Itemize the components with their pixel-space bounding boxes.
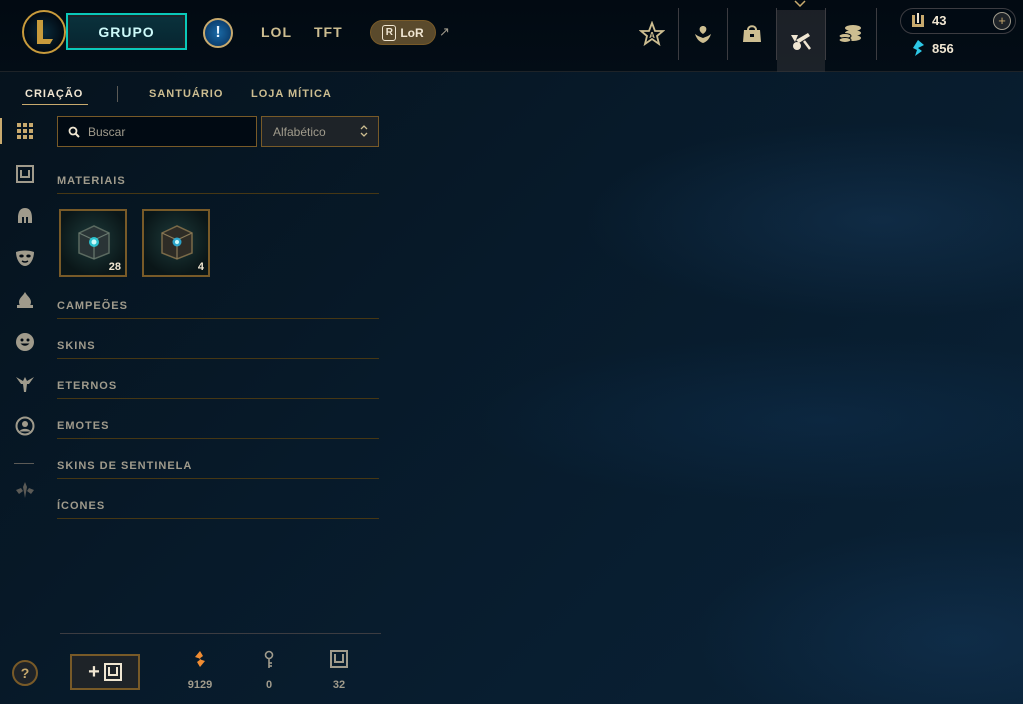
plus-icon: + bbox=[88, 660, 100, 683]
tab-tft[interactable]: TFT bbox=[314, 24, 343, 40]
background bbox=[0, 0, 1023, 704]
item-count: 4 bbox=[197, 261, 204, 273]
search-icon bbox=[68, 126, 80, 138]
section-skins-de-sentinela[interactable]: SKINS DE SENTINELA bbox=[57, 460, 379, 472]
eternal-icon[interactable] bbox=[12, 371, 38, 397]
add-chest-button[interactable]: + bbox=[70, 654, 140, 690]
subnav-divider bbox=[117, 86, 118, 102]
ward-icon[interactable] bbox=[12, 287, 38, 313]
sort-value: Alfabético bbox=[273, 124, 326, 139]
lor-label: LoR bbox=[400, 25, 424, 40]
key-stat: 0 bbox=[244, 650, 294, 691]
top-bar: GRUPO ! LOL TFT R LoR ↗ A 43 + 856 bbox=[0, 0, 1023, 72]
chest-icon bbox=[103, 663, 122, 681]
lor-button[interactable]: R LoR bbox=[370, 20, 436, 45]
sidebar-divider bbox=[14, 463, 34, 464]
section-campeoes[interactable]: CAMPEÕES bbox=[57, 300, 379, 312]
section-eternos[interactable]: ETERNOS bbox=[57, 380, 379, 392]
riot-points-icon bbox=[913, 40, 924, 56]
orange-essence-amount: 9129 bbox=[187, 679, 213, 691]
external-link-icon: ↗ bbox=[439, 24, 450, 39]
key-icon bbox=[264, 650, 274, 668]
section-divider bbox=[57, 478, 379, 479]
help-button[interactable]: ? bbox=[12, 660, 38, 686]
item-count: 28 bbox=[108, 261, 121, 273]
profile-circle-icon[interactable] bbox=[12, 413, 38, 439]
store-icon[interactable] bbox=[826, 10, 874, 58]
riot-points-amount: 856 bbox=[932, 41, 954, 56]
profile-icon[interactable] bbox=[679, 10, 727, 58]
blue-essence-amount: 43 bbox=[932, 13, 947, 28]
loot-item-hextech-chest[interactable]: 28 bbox=[59, 209, 127, 277]
section-skins[interactable]: SKINS bbox=[57, 340, 379, 352]
svg-text:A: A bbox=[649, 31, 655, 40]
section-materiais[interactable]: MATERIAIS bbox=[57, 175, 379, 187]
sort-dropdown[interactable]: Alfabético bbox=[261, 116, 379, 147]
add-currency-button[interactable]: + bbox=[993, 12, 1011, 30]
tab-criacao[interactable]: CRIAÇÃO bbox=[25, 88, 83, 100]
section-divider bbox=[57, 193, 379, 194]
home-icon[interactable]: A bbox=[628, 10, 676, 58]
material-icon[interactable] bbox=[12, 477, 38, 503]
chest-count-icon bbox=[330, 650, 348, 668]
section-divider bbox=[57, 518, 379, 519]
active-tab-marker bbox=[794, 0, 806, 7]
footer-divider bbox=[60, 633, 381, 634]
chest-stat: 32 bbox=[314, 650, 364, 691]
section-divider bbox=[57, 398, 379, 399]
orange-essence-stat: 9129 bbox=[175, 650, 225, 691]
chevron-updown-icon bbox=[360, 125, 368, 137]
loot-item-masterwork-chest[interactable]: 4 bbox=[142, 209, 210, 277]
hextech-chest-icon bbox=[78, 225, 110, 260]
search-field[interactable] bbox=[57, 116, 257, 147]
emote-icon[interactable] bbox=[12, 329, 38, 355]
grid-icon[interactable] bbox=[12, 118, 38, 144]
tab-loja-mitica[interactable]: LOJA MÍTICA bbox=[251, 88, 332, 100]
helmet-icon[interactable] bbox=[12, 203, 38, 229]
blue-essence-icon bbox=[912, 13, 924, 27]
section-divider bbox=[57, 438, 379, 439]
lor-logo-icon: R bbox=[382, 24, 397, 41]
tab-lol[interactable]: LOL bbox=[261, 24, 292, 40]
league-logo[interactable] bbox=[22, 10, 66, 54]
mask-icon[interactable] bbox=[12, 245, 38, 271]
tab-santuario[interactable]: SANTUÁRIO bbox=[149, 88, 223, 100]
key-amount: 0 bbox=[265, 679, 273, 691]
sidebar-active-indicator bbox=[0, 118, 2, 144]
masterwork-chest-icon bbox=[161, 225, 193, 260]
section-emotes[interactable]: EMOTES bbox=[57, 420, 379, 432]
orange-essence-icon bbox=[195, 651, 205, 667]
alert-icon[interactable]: ! bbox=[203, 18, 233, 48]
collection-icon[interactable] bbox=[728, 10, 776, 58]
play-button[interactable]: GRUPO bbox=[66, 13, 187, 50]
search-input[interactable] bbox=[88, 124, 248, 139]
chest-icon[interactable] bbox=[12, 161, 38, 187]
section-icones[interactable]: ÍCONES bbox=[57, 500, 379, 512]
chest-amount: 32 bbox=[332, 679, 346, 691]
active-tab-underline bbox=[22, 104, 88, 105]
section-divider bbox=[57, 318, 379, 319]
section-divider bbox=[57, 358, 379, 359]
loot-icon[interactable] bbox=[777, 10, 825, 72]
